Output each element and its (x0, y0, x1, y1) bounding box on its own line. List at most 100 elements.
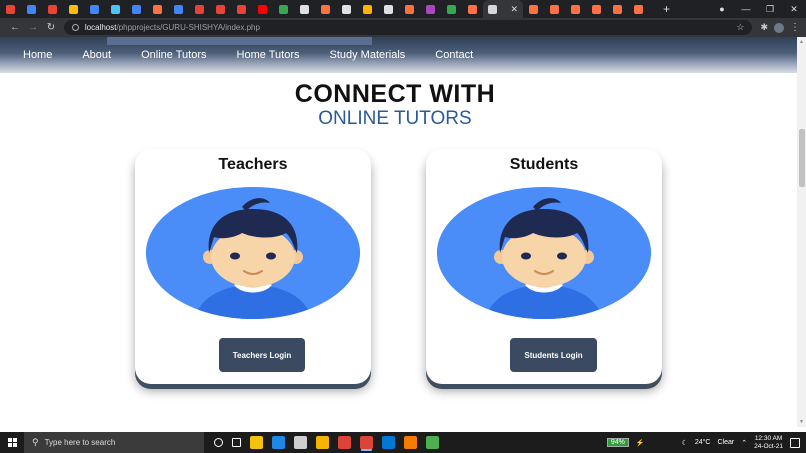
close-tab-icon[interactable]: ✕ (510, 4, 518, 15)
taskbar-app-icon[interactable] (294, 436, 307, 449)
scroll-up-icon[interactable]: ▲ (797, 39, 806, 45)
maximize-button[interactable]: ❐ (758, 4, 782, 15)
tab-favicon-icon (279, 4, 288, 14)
taskbar-app-icon[interactable] (214, 438, 223, 447)
battery-indicator[interactable]: 94% (606, 438, 629, 447)
scroll-down-icon[interactable]: ▼ (797, 419, 806, 425)
address-toolbar: ← → ↻ localhost/phpprojects/GURU-SHISHYA… (0, 18, 806, 37)
kebab-menu-icon[interactable]: ⋮ (790, 22, 800, 33)
taskbar-app-icon[interactable] (232, 438, 241, 447)
tab-4[interactable] (63, 0, 84, 18)
nav-home[interactable]: Home (23, 49, 52, 61)
weather-temp[interactable]: 24°C (695, 439, 711, 446)
students-card: Students Students Login (426, 149, 662, 384)
teachers-login-button[interactable]: Teachers Login (219, 338, 305, 372)
tab-active[interactable]: ✕ (483, 0, 523, 18)
tab-favicon-icon (447, 4, 456, 14)
tab-favicon-icon (592, 4, 601, 14)
tab-7[interactable] (126, 0, 147, 18)
bookmark-star-icon[interactable]: ☆ (736, 22, 744, 33)
nav-online-tutors[interactable]: Online Tutors (141, 49, 206, 61)
scrollbar-thumb[interactable] (799, 129, 805, 187)
tab-22[interactable] (441, 0, 462, 18)
tab-favicon-icon (468, 4, 477, 14)
nav-contact[interactable]: Contact (435, 49, 473, 61)
chevron-up-icon[interactable]: ⌃ (741, 439, 747, 447)
students-login-button[interactable]: Students Login (510, 338, 597, 372)
close-window-button[interactable]: ✕ (782, 4, 806, 15)
site-info-icon[interactable] (71, 24, 79, 31)
boy-avatar-illustration (146, 187, 360, 319)
tab-6[interactable] (105, 0, 126, 18)
tab-20[interactable] (399, 0, 420, 18)
url-host: localhost (84, 23, 117, 32)
nav-home-tutors[interactable]: Home Tutors (237, 49, 300, 61)
search-placeholder: Type here to search (44, 438, 116, 447)
tab-right-4[interactable] (586, 0, 607, 18)
tab-right-3[interactable] (565, 0, 586, 18)
tab-right-2[interactable] (544, 0, 565, 18)
taskbar-app-icon[interactable] (404, 436, 417, 449)
tab-21[interactable] (420, 0, 441, 18)
tab-right-1[interactable] (523, 0, 544, 18)
taskbar-search[interactable]: ⚲ Type here to search (24, 432, 204, 453)
tab-favicon-icon (384, 4, 393, 14)
tab-12[interactable] (231, 0, 252, 18)
window-controls: ● — ❐ ✕ (710, 0, 806, 18)
page-scrollbar[interactable]: ▲ ▼ (797, 37, 806, 427)
tab-13[interactable] (252, 0, 273, 18)
tab-3[interactable] (42, 0, 63, 18)
tab-18[interactable] (357, 0, 378, 18)
reload-icon[interactable]: ↻ (42, 22, 60, 33)
tab-16[interactable] (315, 0, 336, 18)
weather-text[interactable]: Clear (717, 439, 734, 446)
notifications-icon[interactable] (790, 437, 800, 448)
new-tab-button[interactable]: + (663, 2, 670, 16)
tab-5[interactable] (84, 0, 105, 18)
extensions-icon[interactable]: ✱ (760, 22, 768, 33)
tab-favicon-icon (6, 4, 15, 14)
taskbar-app-icon[interactable] (272, 436, 285, 449)
profile-avatar-icon[interactable] (774, 22, 785, 33)
nav-study-materials[interactable]: Study Materials (329, 49, 405, 61)
tab-favicon-icon (342, 4, 351, 14)
tab-15[interactable] (294, 0, 315, 18)
tab-favicon (488, 4, 497, 14)
tab-17[interactable] (336, 0, 357, 18)
tab-1[interactable] (0, 0, 21, 18)
tab-favicon-icon (132, 4, 141, 14)
forward-arrow-icon[interactable]: → (24, 22, 42, 33)
taskbar-app-icon[interactable] (250, 436, 263, 449)
taskbar-app-icon[interactable] (382, 436, 395, 449)
tab-right-5[interactable] (607, 0, 628, 18)
taskbar-clock[interactable]: 12:30 AM 24-Oct-21 (754, 435, 783, 451)
back-arrow-icon[interactable]: ← (6, 22, 24, 33)
tab-favicon-icon (27, 4, 36, 14)
tab-14[interactable] (273, 0, 294, 18)
taskbar-app-icon[interactable] (338, 436, 351, 449)
tab-19[interactable] (378, 0, 399, 18)
clock-time: 12:30 AM (754, 434, 783, 442)
nav-about[interactable]: About (82, 49, 111, 61)
clock-date: 24-Oct-21 (754, 442, 783, 450)
tab-favicon-icon (237, 4, 246, 14)
tab-23[interactable] (462, 0, 483, 18)
tab-right-6[interactable] (628, 0, 649, 18)
tab-favicon-icon (405, 4, 414, 14)
tab-9[interactable] (168, 0, 189, 18)
tab-11[interactable] (210, 0, 231, 18)
tab-favicon-icon (111, 4, 120, 14)
taskbar-app-icon[interactable] (316, 436, 329, 449)
taskbar-app-icon[interactable] (360, 436, 373, 449)
tab-2[interactable] (21, 0, 42, 18)
tab-8[interactable] (147, 0, 168, 18)
taskbar-app-icon[interactable] (426, 436, 439, 449)
start-button[interactable] (0, 432, 24, 453)
address-bar[interactable]: localhost/phpprojects/GURU-SHISHYA/index… (63, 20, 753, 35)
tab-10[interactable] (189, 0, 210, 18)
tab-favicon-icon (363, 4, 372, 14)
minimize-button[interactable]: — (734, 4, 758, 14)
tab-favicon-icon (529, 4, 538, 14)
profile-icon[interactable]: ● (710, 4, 734, 14)
tab-favicon-icon (634, 4, 643, 14)
